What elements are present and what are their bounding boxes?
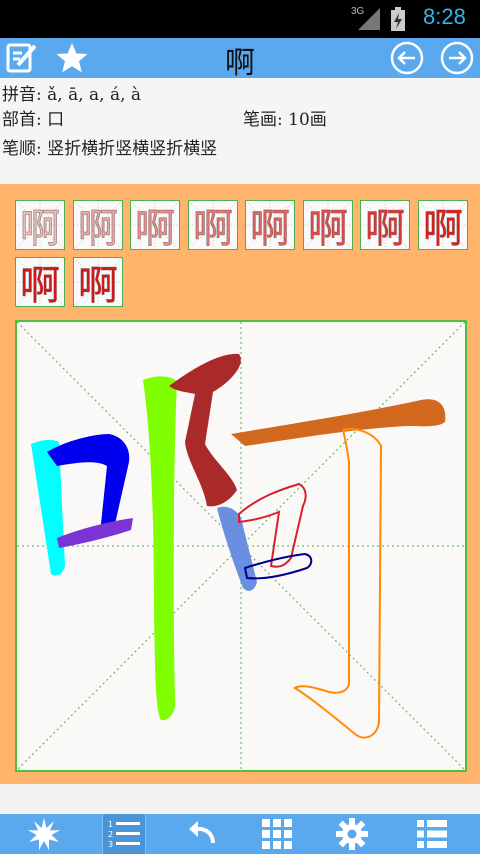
stroke-step-thumbnail[interactable]: 啊啊 [360,200,410,250]
stroke-step-thumbnail[interactable]: 啊啊 [302,200,353,250]
stroke-order-text: 笔顺: 竖折横折竖横竖折横竖 [2,139,218,159]
arrow-right-circle-icon [440,41,474,75]
stroke-step-thumbnail[interactable]: 啊啊 [130,200,180,250]
stroke-10 [293,428,383,739]
burst-icon [28,818,60,850]
svg-text:2: 2 [108,830,113,839]
thumbnail-progress-character: 啊 [20,263,60,306]
stroke-3 [57,518,133,548]
battery-charging-icon [391,7,405,31]
favorite-button[interactable] [54,40,90,76]
stroke-step-thumbnail[interactable]: 啊啊 [72,200,123,250]
undo-button[interactable] [162,814,242,854]
grid-button[interactable] [237,814,317,854]
thumbnail-progress-character: 啊 [308,206,348,249]
svg-text:3: 3 [108,840,113,849]
gear-icon [336,818,368,850]
list-icon [417,820,447,848]
thumbnail-progress-character: 啊 [250,206,290,249]
status-bar: 3G 8:28 [0,0,480,38]
next-character-button[interactable] [439,40,475,76]
thumbnail-progress-character: 啊 [423,206,463,249]
edit-note-icon [6,43,37,73]
numbered-list-icon: 1 2 3 [108,820,140,849]
thumbnail-progress-character: 啊 [78,263,118,306]
undo-icon [189,821,215,844]
stroke-step-thumbnail[interactable]: 啊啊 [417,200,468,250]
character-info: 拼音: ǎ, ā, a, á, à 部首: 口 笔画: 10画 笔顺: 竖折横折… [0,78,480,184]
character-strokes [17,322,465,770]
stroke-5 [169,353,241,507]
thumbnail-progress-character: 啊 [365,206,405,249]
star-icon [56,43,88,73]
thumbnail-progress-character: 啊 [78,206,118,249]
radical-text: 部首: 口 [2,110,65,130]
stroke-step-thumbnail[interactable]: 啊啊 [15,257,65,307]
arrow-left-circle-icon [390,41,424,75]
spacer [0,784,480,814]
signal-icon [358,8,380,30]
previous-character-button[interactable] [389,40,425,76]
stroke-order-button[interactable]: 1 2 3 [102,814,146,854]
thumbnail-progress-character: 啊 [20,206,60,249]
thumbnail-progress-character: 啊 [135,206,175,249]
stroke-step-thumbnail[interactable]: 啊啊 [72,257,123,307]
stroke-panel: 啊啊啊啊啊啊啊啊啊啊啊啊啊啊啊啊啊啊啊啊 [0,184,480,784]
clock: 8:28 [423,4,466,29]
pinyin-text: 拼音: ǎ, ā, a, á, à [2,85,142,105]
stroke-step-thumbnail[interactable]: 啊啊 [15,200,65,250]
menu-list-button[interactable] [392,814,472,854]
bottom-toolbar: 1 2 3 [0,814,480,854]
settings-button[interactable] [312,814,392,854]
svg-text:1: 1 [108,820,113,829]
writing-board[interactable] [15,320,467,772]
stroke-4 [143,376,177,721]
stroke-step-thumbnail[interactable]: 啊啊 [187,200,238,250]
thumbnail-progress-character: 啊 [193,206,233,249]
edit-button[interactable] [4,40,40,76]
grid-icon [262,819,292,849]
stroke-count-text: 笔画: 10画 [243,110,327,130]
top-toolbar: 啊 [0,38,480,81]
stroke-9 [231,399,446,446]
stroke-step-thumbnail[interactable]: 啊啊 [245,200,295,250]
animate-button[interactable] [4,814,84,854]
